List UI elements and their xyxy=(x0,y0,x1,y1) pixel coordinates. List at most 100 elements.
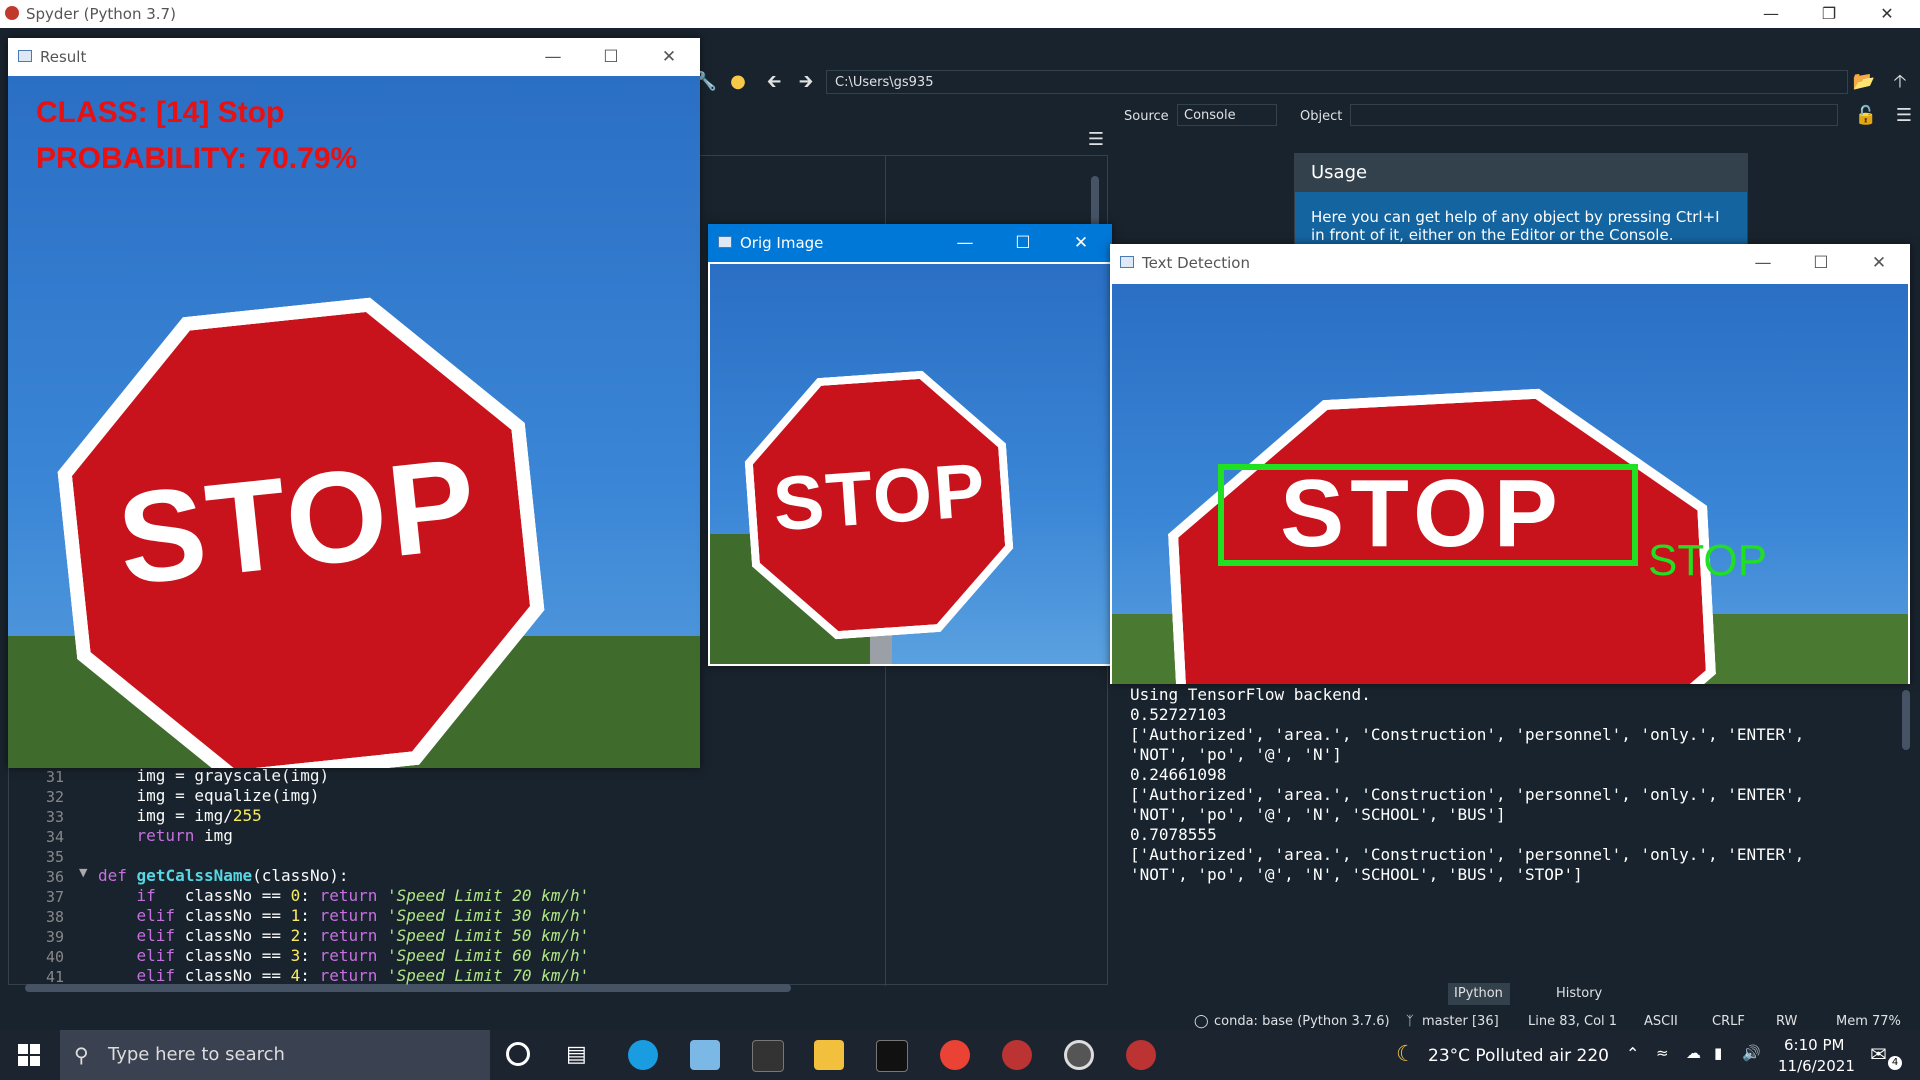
text-minimize-button[interactable]: — xyxy=(1734,244,1792,282)
result-window[interactable]: Result — ☐ ✕ STOP CLASS: [14] Stop PROBA… xyxy=(8,38,700,768)
detection-bounding-box xyxy=(1218,464,1638,566)
minimize-button[interactable]: — xyxy=(1742,0,1800,28)
windows-start-icon[interactable] xyxy=(18,1044,40,1066)
code-line[interactable]: elif classNo == 1: return 'Speed Limit 3… xyxy=(98,906,590,925)
orig-image-window-title: Orig Image xyxy=(740,234,824,252)
text-detection-titlebar[interactable]: Text Detection — ☐ ✕ xyxy=(1110,244,1910,282)
cortana-icon[interactable] xyxy=(506,1042,530,1066)
code-line[interactable]: elif classNo == 4: return 'Speed Limit 7… xyxy=(98,966,590,985)
console-output-line: ['Authorized', 'area.', 'Construction', … xyxy=(1130,785,1805,804)
text-close-button[interactable]: ✕ xyxy=(1850,244,1908,282)
orig-maximize-button[interactable]: ☐ xyxy=(994,224,1052,262)
task-view-icon[interactable]: ▤ xyxy=(566,1042,587,1067)
probability-label: PROBABILITY: 70.79% xyxy=(36,142,358,175)
usage-title: Usage xyxy=(1295,154,1747,192)
code-line[interactable]: if classNo == 0: return 'Speed Limit 20 … xyxy=(98,886,590,905)
help-menu-icon[interactable]: ☰ xyxy=(1892,104,1916,128)
result-minimize-button[interactable]: — xyxy=(524,38,582,76)
window-icon xyxy=(1120,256,1134,268)
battery-icon[interactable]: ▮ xyxy=(1714,1044,1722,1062)
tab-ipython-console[interactable]: IPython console xyxy=(1448,983,1510,1023)
taskbar-search-input[interactable]: ⚲ Type here to search xyxy=(60,1030,490,1080)
forward-arrow-icon[interactable]: 🡲 xyxy=(794,70,818,94)
weather-text[interactable]: 23°C Polluted air 220 xyxy=(1428,1046,1609,1066)
window-icon xyxy=(18,50,32,62)
code-line[interactable]: elif classNo == 2: return 'Speed Limit 5… xyxy=(98,926,590,945)
object-input[interactable] xyxy=(1350,104,1838,126)
result-maximize-button[interactable]: ☐ xyxy=(582,38,640,76)
orig-image: STOP xyxy=(710,264,1110,664)
console-output-line: 0.24661098 xyxy=(1130,765,1227,784)
close-button[interactable]: ✕ xyxy=(1858,0,1916,28)
back-arrow-icon[interactable]: 🡰 xyxy=(762,70,786,94)
console-output-line: 'NOT', 'po', '@', 'N', 'SCHOOL', 'BUS'] xyxy=(1130,805,1506,824)
onedrive-icon[interactable]: ☁ xyxy=(1686,1044,1701,1062)
text-detection-window[interactable]: Text Detection — ☐ ✕ STOP STOP xyxy=(1110,244,1910,684)
code-line[interactable]: elif classNo == 3: return 'Speed Limit 6… xyxy=(98,946,590,965)
source-label: Source xyxy=(1124,109,1169,124)
console-output-line: 0.7078555 xyxy=(1130,825,1217,844)
clock-time[interactable]: 6:10 PM xyxy=(1784,1036,1844,1054)
restore-button[interactable]: ❐ xyxy=(1800,0,1858,28)
fold-arrow-icon[interactable]: ▼ xyxy=(79,866,87,879)
text-detection-window-title: Text Detection xyxy=(1142,254,1250,272)
orig-minimize-button[interactable]: — xyxy=(936,224,994,262)
code-line[interactable]: return img xyxy=(98,826,233,845)
line-number: 35 xyxy=(45,848,64,866)
terminal-icon[interactable] xyxy=(752,1040,784,1072)
clock-date[interactable]: 11/6/2021 xyxy=(1778,1057,1855,1075)
python-path-icon[interactable]: ● xyxy=(726,70,750,94)
open-folder-icon[interactable]: 📂 xyxy=(1852,70,1876,94)
spyder-logo-icon xyxy=(5,6,19,20)
conda-env-icon: ◯ xyxy=(1194,1014,1209,1029)
volume-icon[interactable]: 🔊 xyxy=(1742,1044,1761,1062)
console-scrollbar[interactable] xyxy=(1902,690,1910,750)
orig-image-window[interactable]: Orig Image — ☐ ✕ STOP xyxy=(708,224,1112,666)
line-number: 36 xyxy=(45,868,64,886)
source-select[interactable]: Console xyxy=(1177,104,1277,126)
chrome-icon[interactable] xyxy=(940,1040,970,1070)
spyder-task-icon[interactable] xyxy=(1002,1040,1032,1070)
network-icon[interactable]: ≈ xyxy=(1656,1044,1669,1062)
command-prompt-icon[interactable] xyxy=(876,1040,908,1072)
cursor-position: Line 83, Col 1 xyxy=(1528,1014,1618,1029)
orig-close-button[interactable]: ✕ xyxy=(1052,224,1110,262)
parent-directory-icon[interactable]: 🡡 xyxy=(1888,70,1912,94)
weather-moon-icon[interactable]: ☾ xyxy=(1396,1042,1416,1067)
tab-history[interactable]: History xyxy=(1550,983,1608,1005)
chevron-up-icon[interactable]: ⌃ xyxy=(1626,1044,1639,1063)
media-player-icon[interactable] xyxy=(1064,1040,1094,1070)
spyder-active-task-icon[interactable] xyxy=(1126,1040,1156,1070)
result-close-button[interactable]: ✕ xyxy=(640,38,698,76)
edge-icon[interactable] xyxy=(628,1040,658,1070)
3d-viewer-icon[interactable] xyxy=(690,1040,720,1070)
usage-panel: Usage Here you can get help of any objec… xyxy=(1294,153,1748,245)
window-icon xyxy=(718,236,732,248)
taskbar: ⚲ Type here to search ▤ ☾ 23°C Polluted … xyxy=(0,1030,1920,1080)
lock-icon[interactable]: 🔓 xyxy=(1854,104,1878,128)
editor-horizontal-scrollbar[interactable] xyxy=(25,984,791,992)
editor-options-icon[interactable]: ☰ xyxy=(1084,128,1108,152)
line-number: 41 xyxy=(45,968,64,986)
console-output-line: 'NOT', 'po', '@', 'N', 'SCHOOL', 'BUS', … xyxy=(1130,865,1583,884)
notification-icon[interactable]: ✉ xyxy=(1870,1042,1887,1066)
file-encoding: ASCII xyxy=(1644,1014,1678,1029)
line-number: 31 xyxy=(45,768,64,786)
notification-count-badge: 4 xyxy=(1888,1056,1902,1070)
code-line[interactable]: img = grayscale(img) xyxy=(98,766,330,785)
line-number: 40 xyxy=(45,948,64,966)
code-line[interactable]: img = img/255 xyxy=(98,806,262,825)
orig-image-titlebar[interactable]: Orig Image — ☐ ✕ xyxy=(708,224,1112,262)
result-titlebar[interactable]: Result — ☐ ✕ xyxy=(8,38,700,76)
line-number: 33 xyxy=(45,808,64,826)
ipython-console[interactable]: Using TensorFlow backend. 0.52727103 ['Aut… xyxy=(1120,685,1910,975)
console-output-line: ['Authorized', 'area.', 'Construction', … xyxy=(1130,725,1805,744)
memory-usage: Mem 77% xyxy=(1836,1014,1901,1029)
text-maximize-button[interactable]: ☐ xyxy=(1792,244,1850,282)
search-icon: ⚲ xyxy=(74,1043,89,1067)
file-explorer-icon[interactable] xyxy=(814,1040,844,1070)
code-line[interactable]: img = equalize(img) xyxy=(98,786,320,805)
code-line[interactable]: def getCalssName(classNo): xyxy=(98,866,348,885)
working-directory-input[interactable]: C:\Users\gs935 xyxy=(826,70,1848,94)
line-number: 38 xyxy=(45,908,64,926)
